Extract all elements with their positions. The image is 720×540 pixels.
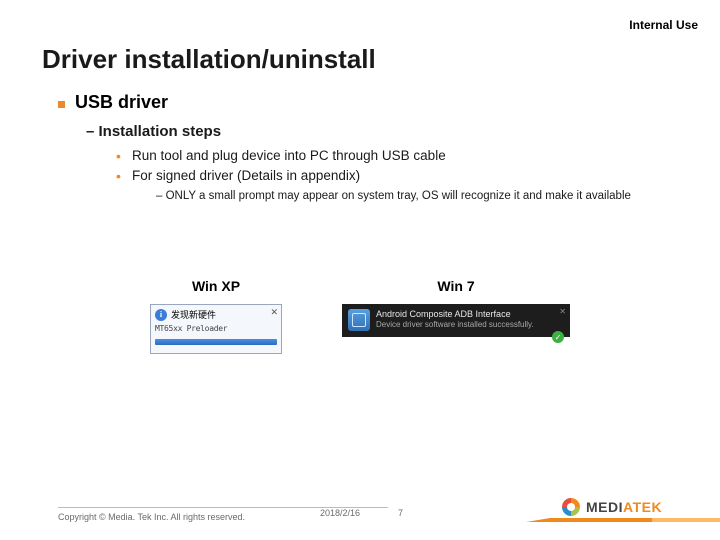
winxp-taskbar-strip — [155, 339, 277, 345]
info-icon: i — [155, 309, 167, 321]
level3-list: Run tool and plug device into PC through… — [116, 146, 680, 185]
bullet-level1: USB driver — [58, 92, 680, 113]
win7-label: Win 7 — [342, 278, 570, 294]
winxp-column: Win XP i 发现新硬件 ✕ MT65xx Preloader — [150, 278, 282, 354]
brand-text-2: ATEK — [623, 499, 662, 515]
close-icon: ✕ — [270, 307, 278, 318]
page-title: Driver installation/uninstall — [42, 44, 376, 75]
classification-label: Internal Use — [629, 18, 698, 32]
win7-column: Win 7 Android Composite ADB Interface De… — [342, 278, 570, 354]
level3-item: For signed driver (Details in appendix) — [116, 166, 680, 186]
winxp-balloon: i 发现新硬件 ✕ MT65xx Preloader — [150, 304, 282, 354]
mediatek-mark-icon — [562, 498, 580, 516]
check-icon: ✓ — [552, 331, 564, 343]
device-icon — [348, 309, 370, 331]
footer-page-number: 7 — [398, 508, 403, 518]
close-icon: ✕ — [559, 307, 566, 316]
win7-line1: Android Composite ADB Interface — [376, 309, 534, 319]
mediatek-logo: MEDIATEK — [562, 498, 662, 516]
level2-text: – Installation steps — [86, 123, 680, 140]
level1-text: USB driver — [75, 92, 168, 113]
winxp-label: Win XP — [150, 278, 282, 294]
footer-accent-stripe — [550, 518, 720, 522]
content-area: USB driver – Installation steps Run tool… — [58, 92, 680, 205]
brand-text-1: MEDI — [586, 499, 623, 515]
footer: Copyright © Media. Tek Inc. All rights r… — [0, 498, 720, 522]
footer-date: 2018/2/16 — [320, 508, 360, 518]
winxp-balloon-sub: MT65xx Preloader — [155, 324, 277, 333]
level4-text: – ONLY a small prompt may appear on syst… — [156, 189, 680, 205]
level3-item: Run tool and plug device into PC through… — [116, 146, 680, 166]
win7-balloon: Android Composite ADB Interface Device d… — [342, 304, 570, 337]
winxp-balloon-title: 发现新硬件 — [171, 308, 216, 321]
win7-line2: Device driver software installed success… — [376, 320, 534, 329]
screenshot-row: Win XP i 发现新硬件 ✕ MT65xx Preloader Win 7 … — [150, 278, 570, 354]
square-bullet-icon — [58, 101, 65, 108]
